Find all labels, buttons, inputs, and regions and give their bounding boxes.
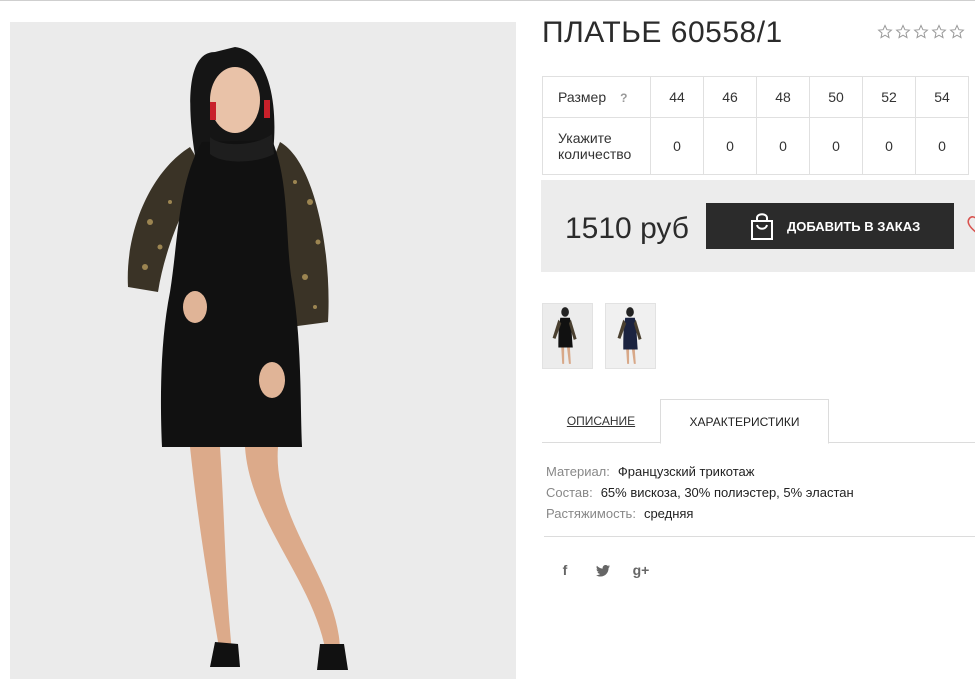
size-label: Размер: [558, 89, 607, 105]
spec-row: Растяжимость: средняя: [546, 503, 854, 524]
star-icon[interactable]: [949, 24, 965, 40]
spec-value: средняя: [643, 506, 694, 521]
product-price: 1510 руб: [565, 212, 689, 245]
size-value: 54: [915, 76, 969, 118]
spec-key: Материал:: [546, 464, 610, 479]
facebook-icon[interactable]: f: [556, 561, 574, 579]
google-plus-icon[interactable]: g+: [632, 561, 650, 579]
social-share: f g+: [556, 561, 650, 579]
top-border: [0, 0, 975, 3]
product-tabs: ОПИСАНИЕ ХАРАКТЕРИСТИКИ: [542, 399, 975, 444]
spec-value: 65% вискоза, 30% полиэстер, 5% эластан: [600, 485, 854, 500]
quantity-field[interactable]: 0: [915, 117, 969, 175]
add-to-order-button[interactable]: ДОБАВИТЬ В ЗАКАЗ: [706, 203, 954, 249]
size-row: Размер? 44 46 48 50 52 54: [542, 76, 969, 118]
heart-icon[interactable]: [966, 214, 975, 236]
star-icon[interactable]: [931, 24, 947, 40]
spec-key: Растяжимость:: [546, 506, 636, 521]
size-value: 46: [703, 76, 757, 118]
twitter-icon[interactable]: [594, 561, 612, 579]
quantity-field[interactable]: 0: [862, 117, 916, 175]
size-value: 44: [650, 76, 704, 118]
help-icon[interactable]: ?: [620, 91, 627, 105]
size-value: 50: [809, 76, 863, 118]
star-icon[interactable]: [877, 24, 893, 40]
tab-characteristics[interactable]: ХАРАКТЕРИСТИКИ: [660, 399, 829, 444]
star-icon[interactable]: [913, 24, 929, 40]
star-icon[interactable]: [895, 24, 911, 40]
product-title: ПЛАТЬЕ 60558/1: [542, 16, 783, 49]
quantity-label: Укажите количество: [542, 117, 651, 175]
spec-key: Состав:: [546, 485, 593, 500]
quantity-field[interactable]: 0: [703, 117, 757, 175]
product-main-image[interactable]: [10, 22, 516, 679]
quantity-row: Укажите количество 0 0 0 0 0 0: [542, 117, 969, 175]
divider: [544, 536, 975, 537]
thumbnail-list: [542, 303, 656, 369]
spec-value: Французский трикотаж: [617, 464, 755, 479]
quantity-field[interactable]: 0: [809, 117, 863, 175]
size-table: Размер? 44 46 48 50 52 54 Укажите количе…: [542, 76, 969, 175]
characteristics-list: Материал: Французский трикотаж Состав: 65%…: [546, 461, 854, 524]
thumbnail-navy-dress[interactable]: [605, 303, 656, 369]
shopping-bag-icon: [751, 213, 773, 240]
size-label-cell: Размер?: [542, 76, 651, 118]
thumbnail-black-dress[interactable]: [542, 303, 593, 369]
tab-description[interactable]: ОПИСАНИЕ: [542, 399, 660, 443]
quantity-field[interactable]: 0: [650, 117, 704, 175]
add-to-order-label: ДОБАВИТЬ В ЗАКАЗ: [787, 218, 921, 234]
buy-box: 1510 руб ДОБАВИТЬ В ЗАКАЗ: [541, 180, 975, 272]
size-value: 48: [756, 76, 810, 118]
spec-row: Материал: Французский трикотаж: [546, 461, 854, 482]
spec-row: Состав: 65% вискоза, 30% полиэстер, 5% эл…: [546, 482, 854, 503]
rating-stars[interactable]: [877, 24, 965, 40]
size-value: 52: [862, 76, 916, 118]
quantity-field[interactable]: 0: [756, 117, 810, 175]
